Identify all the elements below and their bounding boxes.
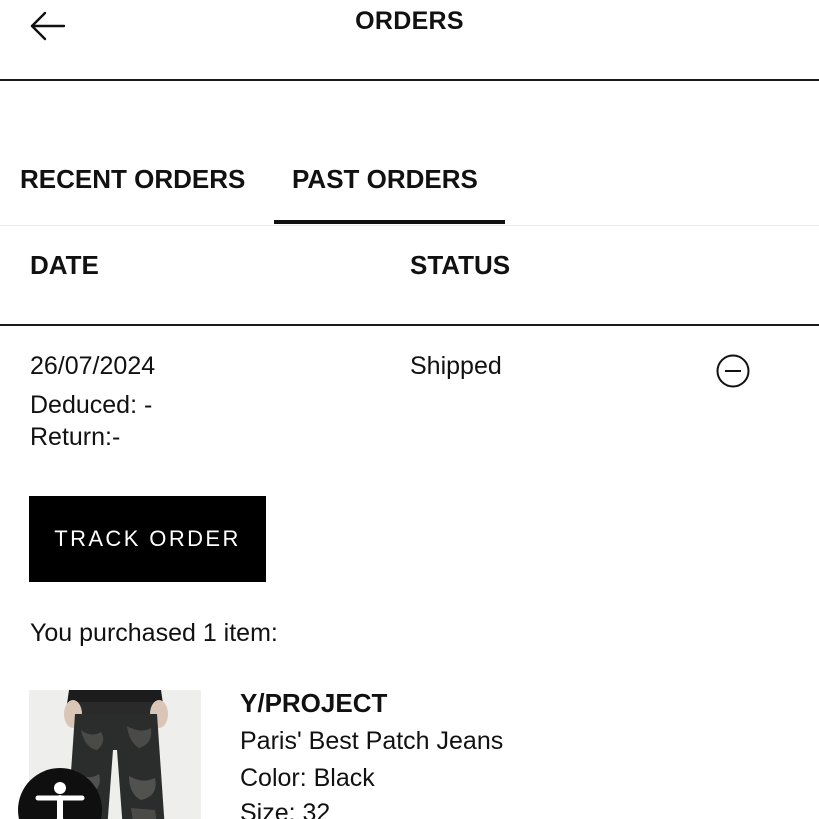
product-size: Size: 32	[240, 799, 331, 819]
order-date: 26/07/2024	[30, 352, 156, 380]
tab-past-orders[interactable]: PAST ORDERS	[292, 164, 478, 195]
order-status: Shipped	[410, 352, 502, 380]
column-header-status: STATUS	[410, 250, 511, 280]
product-color: Color: Black	[240, 764, 375, 792]
tab-recent-orders[interactable]: RECENT ORDERS	[20, 164, 245, 195]
product-name[interactable]: Paris' Best Patch Jeans	[240, 727, 503, 756]
orders-tabs: RECENT ORDERS PAST ORDERS	[0, 150, 819, 226]
product-brand: Y/PROJECT	[240, 688, 388, 718]
orders-page: ORDERS RECENT ORDERS PAST ORDERS DATE ST…	[0, 0, 819, 819]
table-header: DATE STATUS	[0, 226, 819, 326]
purchased-count-text: You purchased 1 item:	[30, 619, 278, 647]
active-tab-indicator	[274, 220, 505, 224]
app-header: ORDERS	[0, 0, 819, 81]
collapse-order-button[interactable]	[715, 353, 751, 389]
order-return: Return:-	[30, 423, 121, 451]
page-title: ORDERS	[355, 7, 464, 35]
column-header-date: DATE	[30, 250, 99, 280]
order-deduced: Deduced: -	[30, 391, 153, 419]
track-order-button[interactable]: TRACK ORDER	[29, 496, 266, 582]
minus-circle-icon	[716, 354, 750, 388]
